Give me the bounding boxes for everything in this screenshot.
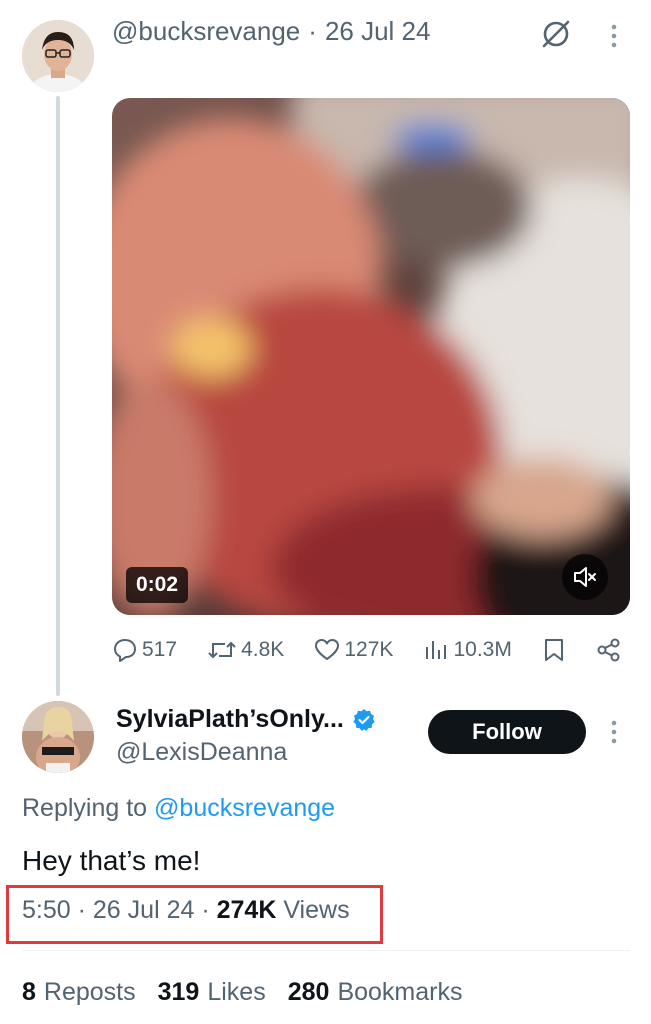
follow-button[interactable]: Follow — [428, 710, 586, 754]
video-duration: 0:02 — [126, 567, 189, 603]
separator: · — [308, 16, 317, 46]
parent-handle[interactable]: @bucksrevange — [112, 16, 300, 47]
reposts-label: Reposts — [43, 978, 136, 1006]
verified-badge-icon[interactable] — [352, 708, 376, 732]
annotation-highlight-box — [6, 885, 383, 944]
bookmarks-label: Bookmarks — [337, 978, 463, 1006]
bookmarks-count: 280 — [287, 978, 330, 1006]
replying-handle-link[interactable]: @bucksrevange — [154, 794, 335, 822]
repost-count: 4.8K — [241, 638, 285, 661]
bookmarks-stat[interactable]: 280 Bookmarks — [288, 978, 463, 1007]
parent-date[interactable]: 26 Jul 24 — [325, 16, 431, 47]
likes-label: Likes — [207, 978, 266, 1006]
more-options-icon[interactable] — [606, 22, 622, 50]
repost-icon — [207, 637, 237, 663]
tweet-actions: 517 4.8K 127K 10.3M — [112, 632, 622, 668]
views-button[interactable]: 10.3M — [423, 637, 512, 663]
likes-stat[interactable]: 319 Likes — [158, 978, 266, 1007]
video-media[interactable] — [112, 98, 630, 615]
like-button[interactable]: 127K — [314, 637, 393, 663]
avatar-lexisdeanna[interactable] — [22, 701, 94, 773]
views-count: 10.3M — [453, 638, 512, 661]
parent-tweet-header: @bucksrevange · 26 Jul 24 — [112, 16, 430, 47]
likes-count: 319 — [157, 978, 200, 1006]
bookmark-icon — [542, 637, 566, 663]
reply-handle[interactable]: @LexisDeanna — [116, 738, 287, 767]
avatar-bucksrevange[interactable] — [22, 20, 94, 92]
engagement-stats: 8 Reposts 319 Likes 280 Bookmarks — [22, 978, 462, 1007]
thread-line — [56, 96, 60, 696]
mute-icon[interactable] — [562, 554, 608, 600]
reply-count: 517 — [142, 638, 178, 661]
reposts-count: 8 — [22, 978, 36, 1006]
replying-to: Replying to @bucksrevange — [22, 794, 335, 823]
reply-display-name-row: SylviaPlath’sOnly... — [116, 705, 376, 734]
more-options-icon[interactable] — [606, 718, 622, 746]
reply-button[interactable]: 517 — [112, 637, 177, 663]
reply-display-name[interactable]: SylviaPlath’sOnly... — [116, 705, 344, 734]
replying-prefix: Replying to — [22, 794, 148, 822]
views-icon — [423, 637, 449, 663]
repost-button[interactable]: 4.8K — [207, 637, 284, 663]
reply-tweet-text: Hey that’s me! — [22, 845, 201, 876]
share-button[interactable] — [596, 637, 622, 663]
reposts-stat[interactable]: 8 Reposts — [22, 978, 136, 1007]
divider — [22, 950, 630, 951]
reply-icon — [112, 637, 138, 663]
bookmark-button[interactable] — [542, 637, 566, 663]
like-icon — [314, 637, 340, 663]
like-count: 127K — [344, 638, 394, 661]
grok-icon[interactable] — [540, 18, 572, 50]
share-icon — [596, 637, 622, 663]
